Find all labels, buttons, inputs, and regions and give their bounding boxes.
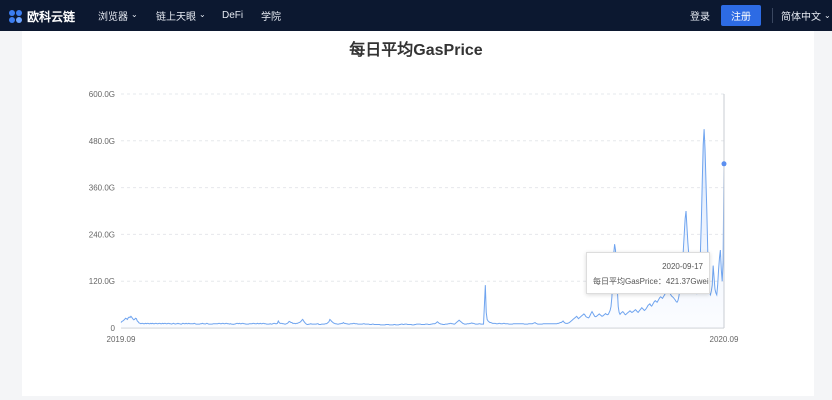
y-tick-label: 240.0G [89, 230, 115, 239]
chart-tooltip: 2020-09-17 每日平均GasPrice：421.37Gwei [586, 252, 710, 294]
tooltip-date: 2020-09-17 [662, 262, 703, 271]
y-tick-label: 480.0G [89, 137, 115, 146]
series-line [120, 129, 725, 326]
tooltip-series-label: 每日平均GasPrice： [593, 277, 666, 286]
tooltip-value-line: 每日平均GasPrice：421.37Gwei [593, 276, 709, 287]
y-tick-label: 600.0G [89, 90, 115, 99]
hovered-data-point [721, 161, 727, 167]
gas-price-chart[interactable]: 0 120.0G 240.0G 360.0G 480.0G 600.0G 2019.09 2… [0, 0, 832, 400]
y-tick-label: 360.0G [89, 184, 115, 193]
y-tick-label: 120.0G [89, 277, 115, 286]
x-tick-label: 2020.09 [710, 335, 739, 344]
x-tick-label: 2019.09 [107, 335, 136, 344]
y-tick-label: 0 [111, 324, 116, 333]
series-area [121, 129, 724, 328]
tooltip-value: 421.37Gwei [665, 277, 709, 286]
